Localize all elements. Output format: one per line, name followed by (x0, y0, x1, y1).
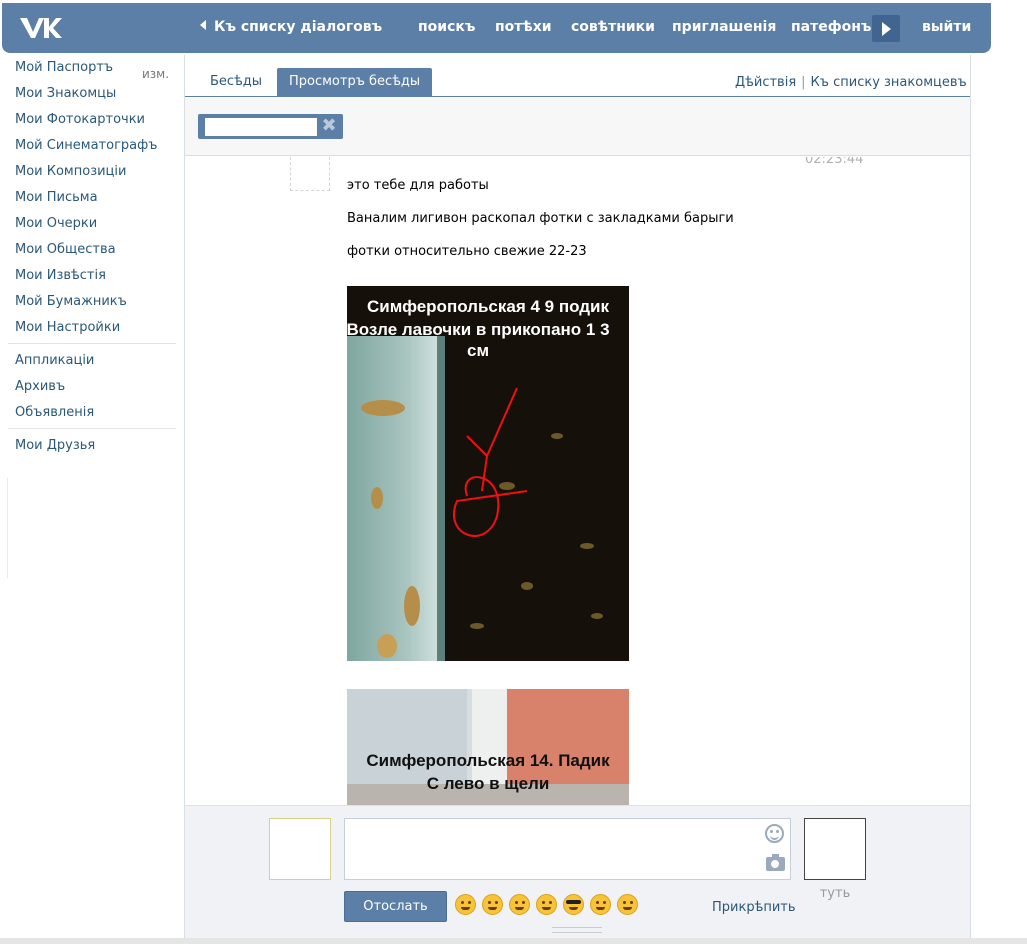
sidebar-item-my-friends[interactable]: Мои Друзья (0, 433, 184, 459)
nav-games[interactable]: потѣхи (495, 19, 552, 35)
sidebar-item-wallet[interactable]: Мой Бумажникъ (0, 289, 184, 315)
search-box: ✖ (198, 114, 343, 139)
clear-icon[interactable]: ✖ (320, 117, 338, 135)
nav-invitations[interactable]: приглашенія (672, 19, 776, 35)
message-text: фотки относительно свежие 22-23 (347, 244, 587, 259)
message-input[interactable] (344, 818, 791, 880)
attach-link[interactable]: Прикрѣпить (712, 900, 796, 915)
tab-view-dialog[interactable]: Просмотръ бесѣды (277, 68, 433, 97)
contacts-link[interactable]: Къ списку знакомцевъ (811, 75, 967, 90)
sidebar-edge (7, 478, 8, 578)
tab-bar: Бесѣды Просмотръ бесѣды Дѣйствія | Къ спис… (185, 55, 970, 97)
sidebar-item-groups[interactable]: Мои Общества (0, 237, 184, 263)
compose-area: туть Отослать Прикрѣпить (185, 805, 970, 940)
photo-attachment[interactable]: Симферопольская 14. Падик С лево в щели (347, 689, 629, 805)
horizontal-scrollbar[interactable] (0, 938, 1027, 944)
main-panel: Бесѣды Просмотръ бесѣды Дѣйствія | Къ спис… (184, 55, 971, 940)
photo-caption-line: Возле лавочки в прикопано 1 3 см (347, 320, 610, 360)
message-text: Ваналим лигивон раскопал фотки с закладк… (347, 211, 734, 226)
tab-actions-group: Дѣйствія | Къ списку знакомцевъ (735, 75, 967, 90)
sidebar-divider (8, 343, 176, 344)
photo-caption-line: Симферопольская 14. Падик (366, 751, 610, 770)
back-to-dialogs-link[interactable]: Къ списку діалоговъ (200, 19, 382, 35)
sunglasses-emoji-icon[interactable] (563, 894, 584, 915)
laughing-emoji-icon[interactable] (455, 894, 476, 915)
vk-logo-icon[interactable] (18, 15, 62, 41)
sidebar-item-messages[interactable]: Мои Письма (0, 185, 184, 211)
peer-avatar[interactable] (804, 818, 866, 880)
sender-avatar[interactable] (290, 157, 330, 191)
blush-emoji-icon[interactable] (509, 894, 530, 915)
kiss-emoji-icon[interactable] (590, 894, 611, 915)
message-text: это тебе для работы (347, 178, 489, 193)
message-history[interactable]: 02:23:44 это тебе для работы Ваналим лиг… (185, 157, 970, 805)
my-avatar[interactable] (269, 818, 331, 880)
top-bar: Къ списку діалоговъ поискъ потѣхи совѣтн… (2, 3, 991, 53)
photo-caption-line: Симферопольская 4 9 подик (366, 297, 610, 316)
nav-more-button[interactable] (872, 15, 900, 42)
send-button[interactable]: Отослать (344, 891, 447, 922)
sidebar-item-videos[interactable]: Мой Синематографъ (0, 133, 184, 159)
photo-attachment[interactable]: Симферопольская 4 9 подик Возле лавочки … (347, 286, 629, 661)
logout-link[interactable]: выйти (922, 19, 971, 35)
confused-emoji-icon[interactable] (617, 894, 638, 915)
tab-dialogs[interactable]: Бесѣды (198, 68, 274, 97)
filter-bar: ✖ (185, 98, 970, 156)
crying-emoji-icon[interactable] (482, 894, 503, 915)
sidebar-item-photos[interactable]: Мои Фотокарточки (0, 107, 184, 133)
actions-separator: | (801, 75, 806, 90)
sidebar-item-ads[interactable]: Объявленія (0, 400, 184, 426)
resize-grip[interactable] (552, 927, 602, 933)
sidebar-item-friends[interactable]: Мои Знакомцы (0, 81, 184, 107)
quick-emoji-row (455, 894, 644, 918)
nav-search[interactable]: поискъ (418, 19, 475, 35)
camera-icon[interactable] (766, 854, 785, 871)
sidebar-item-archive[interactable]: Архивъ (0, 374, 184, 400)
photo-caption-line: С лево в щели (426, 774, 550, 793)
nav-advisors[interactable]: совѣтники (571, 19, 655, 35)
message-time: 02:23:44 (805, 157, 864, 167)
peer-name[interactable]: туть (804, 886, 866, 901)
sidebar-item-notes[interactable]: Мои Очерки (0, 211, 184, 237)
sidebar: Мой Паспортъ Мои Знакомцы Мои Фотокарточ… (0, 55, 184, 459)
emoji-picker-icon[interactable] (765, 824, 784, 843)
tongue-emoji-icon[interactable] (536, 894, 557, 915)
sidebar-item-settings[interactable]: Мои Настройки (0, 315, 184, 341)
search-input[interactable] (205, 118, 317, 136)
sidebar-item-audio[interactable]: Мои Композиціи (0, 159, 184, 185)
sidebar-item-apps[interactable]: Аппликаціи (0, 348, 184, 374)
edit-profile-link[interactable]: изм. (142, 67, 169, 81)
nav-music[interactable]: патефонъ (791, 19, 871, 35)
back-arrow-icon (200, 20, 206, 30)
sidebar-divider (8, 428, 176, 429)
actions-link[interactable]: Дѣйствія (735, 75, 796, 90)
sidebar-item-news[interactable]: Мои Извѣстія (0, 263, 184, 289)
